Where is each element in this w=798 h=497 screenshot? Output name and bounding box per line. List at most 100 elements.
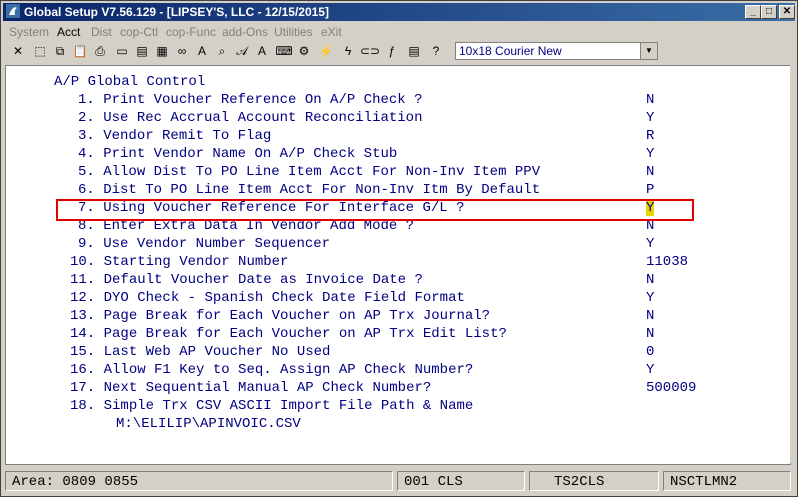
menu-add-ons[interactable]: add-Ons [222,25,268,39]
minimize-button[interactable]: _ [745,5,761,19]
print-icon[interactable]: ⎙ [91,42,109,60]
item-label: Starting Vendor Number [103,254,289,270]
copy-icon[interactable]: ⧉ [51,42,69,60]
item-value-16[interactable]: Y [646,362,654,378]
item-value-5[interactable]: N [646,164,654,180]
screen-icon[interactable]: ▭ [113,42,131,60]
item-row-2[interactable]: 2. Use Rec Accrual Account Reconciliatio… [78,110,422,126]
link-icon[interactable]: ⊂⊃ [360,42,380,60]
font-icon[interactable]: A [193,42,211,60]
item-label: Page Break for Each Voucher on AP Trx Jo… [103,308,491,324]
info-icon[interactable]: 𝒜 [233,42,251,60]
item-label: Allow Dist To PO Line Item Acct For Non-… [103,164,541,180]
item-row-15[interactable]: 15. Last Web AP Voucher No Used [70,344,330,360]
title-bar[interactable]: Global Setup V7.56.129 - [LIPSEY'S, LLC … [3,3,795,21]
item-row-1[interactable]: 1. Print Voucher Reference On A/P Check … [78,92,422,108]
item-row-6[interactable]: 6. Dist To PO Line Item Acct For Non-Inv… [78,182,540,198]
item-number: 15. [70,344,96,360]
item-value-10[interactable]: 11038 [646,254,688,270]
menu-system[interactable]: System [9,25,49,39]
settings-icon[interactable]: ⚙ [295,42,313,60]
grid-icon[interactable]: ▦ [153,42,171,60]
note-icon[interactable]: ▤ [133,42,151,60]
app-window: Global Setup V7.56.129 - [LIPSEY'S, LLC … [0,0,798,497]
item-value-12[interactable]: Y [646,290,654,306]
app-icon [6,4,20,18]
item-number: 1. [78,92,95,108]
item-row-17[interactable]: 17. Next Sequential Manual AP Check Numb… [70,380,431,396]
magnifier-icon[interactable]: ⌕ [213,42,231,60]
macro-icon[interactable]: ϟ [339,42,357,60]
help-icon[interactable]: ? [427,42,445,60]
menu-cop-func[interactable]: cop-Func [166,25,216,39]
selected-row-highlight [56,199,694,221]
status-cls: 001 CLS [397,471,525,491]
item-number: 4. [78,146,95,162]
item-row-10[interactable]: 10. Starting Vendor Number [70,254,288,270]
item-label: Dist To PO Line Item Acct For Non-Inv It… [103,182,541,198]
item-row-9[interactable]: 9. Use Vendor Number Sequencer [78,236,330,252]
csv-path-value[interactable]: M:\ELILIP\APINVOIC.CSV [116,416,301,432]
item-row-11[interactable]: 11. Default Voucher Date as Invoice Date… [70,272,423,288]
window-title: Global Setup V7.56.129 - [LIPSEY'S, LLC … [24,5,329,19]
item-row-13[interactable]: 13. Page Break for Each Voucher on AP Tr… [70,308,490,324]
item-value-6[interactable]: P [646,182,654,198]
binoculars-icon[interactable]: ∞ [173,42,191,60]
item-label: Last Web AP Voucher No Used [103,344,331,360]
item-value-17[interactable]: 500009 [646,380,696,396]
item-number: 16. [70,362,96,378]
terminal-screen[interactable]: A/P Global Control 1. Print Voucher Refe… [5,65,791,465]
item-value-3[interactable]: R [646,128,654,144]
chevron-down-icon[interactable]: ▼ [640,43,657,59]
menu-exit[interactable]: eXit [321,25,342,39]
menu-cop-ctl[interactable]: cop-Ctl [120,25,158,39]
item-row-12[interactable]: 12. DYO Check - Spanish Check Date Field… [70,290,465,306]
cancel-icon[interactable]: ✕ [9,42,27,60]
function-icon[interactable]: ƒ [383,42,401,60]
menu-utilities[interactable]: Utilities [274,25,313,39]
item-number: 2. [78,110,95,126]
status-bar: Area: 0809 0855 001 CLS TS2CLS NSCTLMN2 [3,471,795,493]
item-number: 9. [78,236,95,252]
close-button[interactable]: ✕ [779,5,795,19]
list-icon[interactable]: ▤ [405,42,423,60]
status-ts: TS2CLS [529,471,659,491]
item-row-18[interactable]: 18. Simple Trx CSV ASCII Import File Pat… [70,398,473,414]
maximize-button[interactable]: □ [761,5,777,19]
item-number: 11. [70,272,96,288]
item-row-16[interactable]: 16. Allow F1 Key to Seq. Assign AP Check… [70,362,473,378]
status-program: NSCTLMN2 [663,471,791,491]
item-label: Default Voucher Date as Invoice Date ? [103,272,423,288]
item-label: Page Break for Each Voucher on AP Trx Ed… [103,326,507,342]
item-value-15[interactable]: 0 [646,344,654,360]
item-label: Print Vendor Name On A/P Check Stub [103,146,398,162]
item-value-14[interactable]: N [646,326,654,342]
menu-bar: System Acct Dist cop-Ctl cop-Func add-On… [3,23,795,41]
item-row-4[interactable]: 4. Print Vendor Name On A/P Check Stub [78,146,397,162]
item-number: 17. [70,380,96,396]
item-value-4[interactable]: Y [646,146,654,162]
item-label: Allow F1 Key to Seq. Assign AP Check Num… [103,362,474,378]
font-select[interactable]: 10x18 Courier New ▼ [455,42,658,60]
paste-icon[interactable]: 📋 [71,42,89,60]
item-value-2[interactable]: Y [646,110,654,126]
item-row-5[interactable]: 5. Allow Dist To PO Line Item Acct For N… [78,164,540,180]
item-number: 18. [70,398,96,414]
lightning-icon[interactable]: ⚡ [317,42,335,60]
keyboard-icon[interactable]: ⌨ [275,42,293,60]
item-value-9[interactable]: Y [646,236,654,252]
item-label: Use Rec Accrual Account Reconciliation [103,110,423,126]
italic-font-icon[interactable]: A [253,42,271,60]
item-number: 12. [70,290,96,306]
item-value-13[interactable]: N [646,308,654,324]
menu-acct[interactable]: Acct [57,25,80,39]
item-value-11[interactable]: N [646,272,654,288]
select-icon[interactable]: ⬚ [31,42,49,60]
toolbar: ✕ ⬚ ⧉ 📋 ⎙ ▭ ▤ ▦ ∞ A ⌕ 𝒜 A ⌨ ⚙ ⚡ ϟ ⊂⊃ ƒ ▤… [3,41,795,63]
item-number: 3. [78,128,95,144]
item-row-14[interactable]: 14. Page Break for Each Voucher on AP Tr… [70,326,507,342]
item-row-3[interactable]: 3. Vendor Remit To Flag [78,128,271,144]
menu-dist[interactable]: Dist [91,25,112,39]
status-area: Area: 0809 0855 [5,471,393,491]
item-value-1[interactable]: N [646,92,654,108]
